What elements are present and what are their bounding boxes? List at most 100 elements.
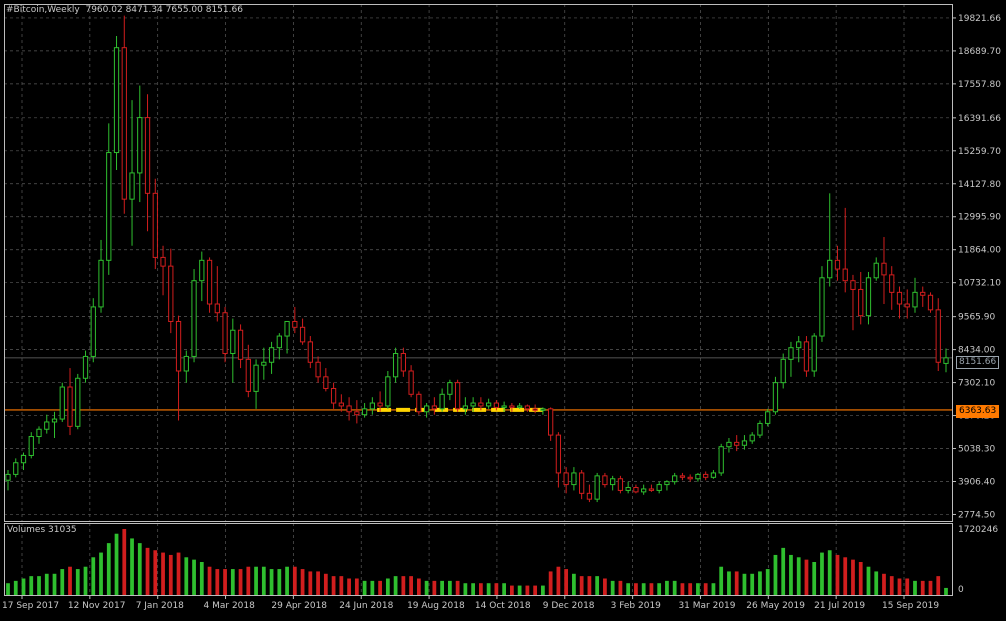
candle <box>28 432 34 459</box>
candle <box>67 368 73 436</box>
candle <box>485 398 492 409</box>
candle-body <box>532 408 538 411</box>
candle-body <box>780 358 786 384</box>
candle-body <box>377 402 383 407</box>
candle-body <box>129 172 135 200</box>
candle <box>183 350 189 383</box>
candle <box>563 467 569 494</box>
candle <box>656 481 662 494</box>
time-axis-label: 3 Feb 2019 <box>611 601 662 611</box>
candle-body <box>757 422 763 436</box>
candle <box>206 257 213 313</box>
candle <box>641 484 647 495</box>
candle-body <box>268 347 275 363</box>
candle <box>315 356 321 383</box>
price-axis-label: 2774.50 <box>958 510 995 520</box>
candle-body <box>121 47 127 200</box>
candle-body <box>470 402 476 407</box>
candle-body <box>571 472 577 486</box>
horizontal-line-price-tag[interactable]: 6363.63 <box>956 405 1000 418</box>
candle <box>672 472 678 485</box>
candle <box>447 379 453 401</box>
candle-body <box>330 387 337 404</box>
candle-body <box>672 475 678 483</box>
candle-body <box>563 472 569 486</box>
candle <box>873 257 879 281</box>
candle <box>625 481 631 494</box>
candle-body <box>75 377 81 427</box>
candle <box>633 484 639 494</box>
time-axis-label: 19 Aug 2018 <box>407 601 465 611</box>
candle <box>811 333 817 377</box>
price-axis-label: 12995.90 <box>958 213 1001 223</box>
candle-body <box>478 402 484 407</box>
candle <box>610 475 616 491</box>
candle <box>749 432 755 444</box>
candle-body <box>679 475 686 478</box>
candle-body <box>501 405 507 408</box>
candle <box>462 397 469 415</box>
candle-body <box>137 117 143 174</box>
price-axis-label: 19821.66 <box>958 14 1001 24</box>
candle <box>431 397 437 415</box>
candle-body <box>579 472 585 494</box>
time-axis-label: 24 Jun 2018 <box>339 601 393 611</box>
candle-body <box>881 262 887 276</box>
candle-body <box>865 277 872 317</box>
candle-body <box>827 259 833 279</box>
symbol-ohlc-header: #Bitcoin,Weekly 7960.02 8471.34 7655.00 … <box>6 5 243 15</box>
chart-window[interactable]: 19821.66 18689.70 17557.80 16391.66 15259.70… <box>0 0 1006 617</box>
candle-body <box>98 259 104 308</box>
candle <box>330 382 337 409</box>
candle <box>299 318 306 345</box>
time-axis-label: 29 Apr 2018 <box>271 601 327 611</box>
candle <box>90 298 96 363</box>
candle <box>703 471 709 481</box>
candle-body <box>237 329 244 360</box>
candle-body <box>51 418 58 423</box>
candle <box>571 467 577 491</box>
candle <box>579 470 585 500</box>
horizontal-line-group <box>4 357 952 412</box>
candle-body <box>5 473 11 481</box>
candle <box>284 320 290 354</box>
candle-body <box>912 291 918 308</box>
ohlc-values: 7960.02 8471.34 7655.00 8151.66 <box>85 5 243 15</box>
candle-body <box>20 454 27 464</box>
candle-body <box>315 361 321 378</box>
candle-body <box>524 405 531 410</box>
price-axis-label: 14127.80 <box>958 180 1001 190</box>
candle-body <box>594 475 600 500</box>
candle-body <box>338 402 344 407</box>
candle-body <box>431 405 437 410</box>
candle <box>245 344 251 398</box>
candle-body <box>625 487 631 491</box>
candle-body <box>168 265 174 322</box>
volume-axis-max-label: 1720246 <box>958 525 998 535</box>
time-axis-label: 21 Jul 2019 <box>814 601 865 611</box>
candle-body <box>927 294 934 311</box>
price-axis-label: 10732.10 <box>958 279 1001 289</box>
candle <box>392 347 399 383</box>
candle <box>827 193 833 287</box>
candle <box>416 391 422 415</box>
candle-body <box>765 411 771 424</box>
candle-body <box>741 440 748 446</box>
candle <box>594 472 600 503</box>
candle <box>13 458 19 478</box>
candle-body <box>90 306 96 357</box>
candle <box>439 388 445 412</box>
price-axis-label: 3906.40 <box>958 477 995 487</box>
price-axis-label: 5038.30 <box>958 445 995 455</box>
candle-body <box>284 320 290 337</box>
candle-body <box>718 446 724 474</box>
candle <box>741 435 748 450</box>
candle-body <box>610 478 616 486</box>
candle-body <box>540 408 546 411</box>
candle <box>757 420 763 438</box>
time-axis-label: 14 Oct 2018 <box>475 601 531 611</box>
candle-body <box>850 280 856 290</box>
candle-body <box>36 428 42 438</box>
chart-canvas[interactable]: 19821.66 18689.70 17557.80 16391.66 15259.70… <box>0 0 1006 617</box>
candle-body <box>889 274 895 293</box>
